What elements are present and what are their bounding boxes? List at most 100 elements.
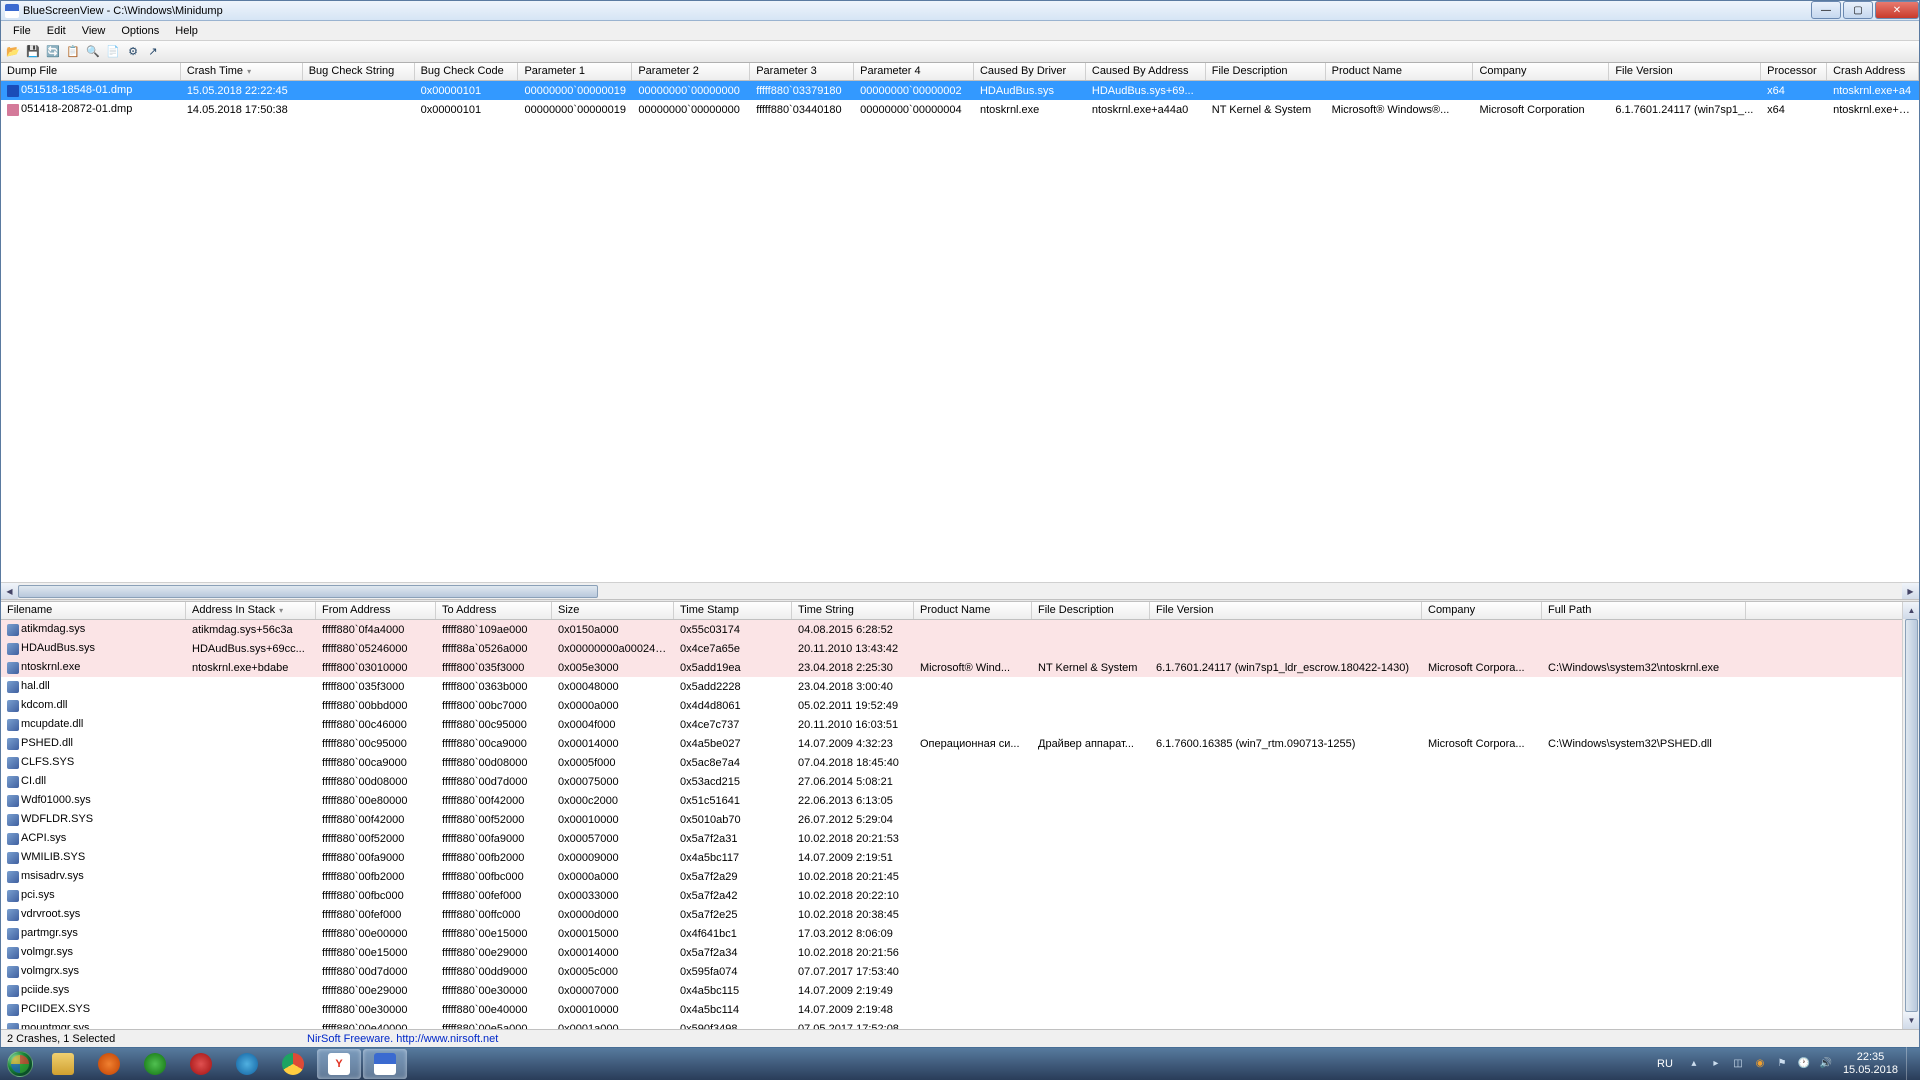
- module-row[interactable]: ACPI.sysfffff880`00f52000fffff880`00fa90…: [1, 829, 1919, 848]
- save-icon[interactable]: 💾: [25, 44, 41, 60]
- module-row[interactable]: PCIIDEX.SYSfffff880`00e30000fffff880`00e…: [1, 1000, 1919, 1019]
- show-desktop[interactable]: [1906, 1047, 1914, 1080]
- close-button[interactable]: ✕: [1875, 1, 1919, 19]
- tray-volume-icon[interactable]: 🔊: [1818, 1056, 1834, 1072]
- start-button[interactable]: [0, 1047, 40, 1080]
- maximize-button[interactable]: ▢: [1843, 1, 1873, 19]
- module-row[interactable]: hal.dllfffff800`035f3000fffff800`0363b00…: [1, 677, 1919, 696]
- module-row[interactable]: kdcom.dllfffff880`00bbd000fffff800`00bc7…: [1, 696, 1919, 715]
- vscroll-thumb[interactable]: [1905, 619, 1918, 1012]
- taskbar-clock[interactable]: 22:35 15.05.2018: [1843, 1051, 1898, 1075]
- menu-edit[interactable]: Edit: [39, 23, 74, 39]
- column-header[interactable]: Crash Time: [181, 63, 303, 80]
- menu-bar: File Edit View Options Help: [1, 21, 1919, 41]
- column-header[interactable]: Size: [552, 602, 674, 619]
- copy-icon[interactable]: 📄: [105, 44, 121, 60]
- scroll-right-icon[interactable]: ▶: [1902, 583, 1919, 599]
- minimize-button[interactable]: —: [1811, 1, 1841, 19]
- dump-row[interactable]: 051418-20872-01.dmp14.05.2018 17:50:380x…: [1, 100, 1919, 119]
- tray-update-icon[interactable]: ◉: [1752, 1056, 1768, 1072]
- lang-indicator[interactable]: RU: [1657, 1058, 1673, 1070]
- module-row[interactable]: msisadrv.sysfffff880`00fb2000fffff880`00…: [1, 867, 1919, 886]
- tb-chrome[interactable]: [271, 1049, 315, 1079]
- nirsoft-link[interactable]: http://www.nirsoft.net: [396, 1033, 498, 1045]
- module-row[interactable]: pci.sysfffff880`00fbc000fffff880`00fef00…: [1, 886, 1919, 905]
- scroll-down-icon[interactable]: ▼: [1903, 1012, 1919, 1029]
- tb-utorrent[interactable]: [133, 1049, 177, 1079]
- column-header[interactable]: Crash Address: [1827, 63, 1919, 80]
- column-header[interactable]: File Description: [1032, 602, 1150, 619]
- column-header[interactable]: Product Name: [914, 602, 1032, 619]
- column-header[interactable]: Filename: [1, 602, 186, 619]
- column-header[interactable]: File Version: [1150, 602, 1422, 619]
- column-header[interactable]: File Description: [1206, 63, 1326, 80]
- dumps-hscrollbar[interactable]: ◀ ▶: [1, 582, 1919, 599]
- tb-yandex[interactable]: Y: [317, 1049, 361, 1079]
- module-row[interactable]: atikmdag.sysatikmdag.sys+56c3afffff880`0…: [1, 620, 1919, 639]
- status-count: 2 Crashes, 1 Selected: [7, 1033, 307, 1045]
- module-row[interactable]: HDAudBus.sysHDAudBus.sys+69cc...fffff880…: [1, 639, 1919, 658]
- module-row[interactable]: CLFS.SYSfffff880`00ca9000fffff880`00d080…: [1, 753, 1919, 772]
- tb-mediaplayer[interactable]: [87, 1049, 131, 1079]
- column-header[interactable]: Bug Check String: [303, 63, 415, 80]
- column-header[interactable]: Bug Check Code: [415, 63, 519, 80]
- options-icon[interactable]: ⚙: [125, 44, 141, 60]
- column-header[interactable]: Parameter 4: [854, 63, 974, 80]
- column-header[interactable]: Parameter 3: [750, 63, 854, 80]
- module-row[interactable]: pciide.sysfffff880`00e29000fffff880`00e3…: [1, 981, 1919, 1000]
- column-header[interactable]: To Address: [436, 602, 552, 619]
- scroll-up-icon[interactable]: ▲: [1903, 602, 1919, 619]
- menu-options[interactable]: Options: [113, 23, 167, 39]
- column-header[interactable]: Company: [1422, 602, 1542, 619]
- module-row[interactable]: volmgrx.sysfffff880`00d7d000fffff880`00d…: [1, 962, 1919, 981]
- menu-file[interactable]: File: [5, 23, 39, 39]
- tray-arrow-icon[interactable]: ▴: [1686, 1056, 1702, 1072]
- module-file-icon: [7, 776, 19, 788]
- scroll-thumb[interactable]: [18, 585, 598, 598]
- column-header[interactable]: Parameter 1: [518, 63, 632, 80]
- find-icon[interactable]: 🔍: [85, 44, 101, 60]
- column-header[interactable]: Product Name: [1326, 63, 1474, 80]
- column-header[interactable]: Caused By Address: [1086, 63, 1206, 80]
- refresh-icon[interactable]: 🔄: [45, 44, 61, 60]
- module-row[interactable]: Wdf01000.sysfffff880`00e80000fffff880`00…: [1, 791, 1919, 810]
- column-header[interactable]: Full Path: [1542, 602, 1746, 619]
- column-header[interactable]: Address In Stack: [186, 602, 316, 619]
- open-icon[interactable]: 📂: [5, 44, 21, 60]
- column-header[interactable]: File Version: [1609, 63, 1761, 80]
- tb-bluescreenview[interactable]: [363, 1049, 407, 1079]
- column-header[interactable]: Caused By Driver: [974, 63, 1086, 80]
- module-row[interactable]: mountmgr.sysfffff880`00e40000fffff880`00…: [1, 1019, 1919, 1029]
- column-header[interactable]: Time Stamp: [674, 602, 792, 619]
- column-header[interactable]: Dump File: [1, 63, 181, 80]
- menu-help[interactable]: Help: [167, 23, 206, 39]
- module-row[interactable]: vdrvroot.sysfffff880`00fef000fffff880`00…: [1, 905, 1919, 924]
- column-header[interactable]: Time String: [792, 602, 914, 619]
- tb-opera[interactable]: [179, 1049, 223, 1079]
- tray-clock-icon[interactable]: 🕐: [1796, 1056, 1812, 1072]
- tray-action-icon[interactable]: ⚑: [1774, 1056, 1790, 1072]
- module-row[interactable]: partmgr.sysfffff880`00e00000fffff880`00e…: [1, 924, 1919, 943]
- module-row[interactable]: CI.dllfffff880`00d08000fffff880`00d7d000…: [1, 772, 1919, 791]
- column-header[interactable]: Parameter 2: [632, 63, 750, 80]
- properties-icon[interactable]: 📋: [65, 44, 81, 60]
- titlebar[interactable]: BlueScreenView - C:\Windows\Minidump — ▢…: [1, 1, 1919, 21]
- column-header[interactable]: From Address: [316, 602, 436, 619]
- column-header[interactable]: Processor: [1761, 63, 1827, 80]
- module-row[interactable]: WDFLDR.SYSfffff880`00f42000fffff880`00f5…: [1, 810, 1919, 829]
- module-row[interactable]: WMILIB.SYSfffff880`00fa9000fffff880`00fb…: [1, 848, 1919, 867]
- menu-view[interactable]: View: [74, 23, 114, 39]
- module-row[interactable]: volmgr.sysfffff880`00e15000fffff880`00e2…: [1, 943, 1919, 962]
- module-row[interactable]: PSHED.dllfffff880`00c95000fffff880`00ca9…: [1, 734, 1919, 753]
- module-row[interactable]: mcupdate.dllfffff880`00c46000fffff880`00…: [1, 715, 1919, 734]
- tray-flag-icon[interactable]: ▸: [1708, 1056, 1724, 1072]
- tb-ie[interactable]: [225, 1049, 269, 1079]
- scroll-left-icon[interactable]: ◀: [1, 583, 18, 599]
- exit-icon[interactable]: ↗: [145, 44, 161, 60]
- column-header[interactable]: Company: [1473, 63, 1609, 80]
- tb-explorer[interactable]: [41, 1049, 85, 1079]
- module-row[interactable]: ntoskrnl.exentoskrnl.exe+bdabefffff800`0…: [1, 658, 1919, 677]
- modules-vscrollbar[interactable]: ▲ ▼: [1902, 602, 1919, 1029]
- tray-network-icon[interactable]: ◫: [1730, 1056, 1746, 1072]
- dump-row[interactable]: 051518-18548-01.dmp15.05.2018 22:22:450x…: [1, 81, 1919, 100]
